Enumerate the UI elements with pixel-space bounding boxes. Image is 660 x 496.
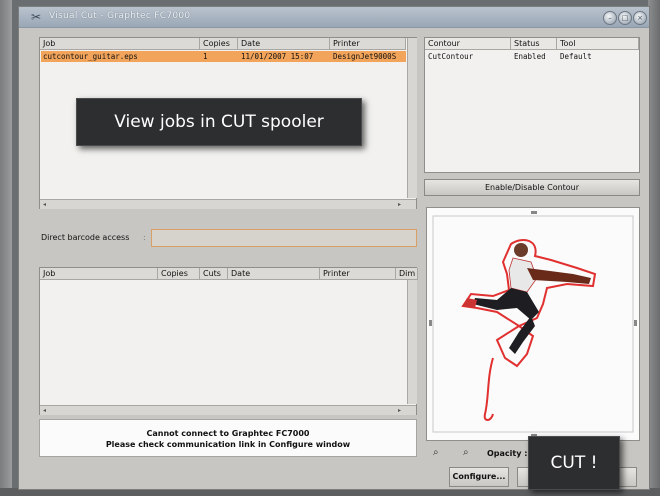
configure-button[interactable]: Configure...: [449, 467, 509, 487]
job-name-cell: cutcontour_guitar.eps: [43, 52, 138, 61]
contour-name-cell: CutContour: [428, 52, 474, 61]
job-printer-cell: DesignJet9000S: [333, 52, 397, 61]
close-icon[interactable]: ×: [633, 11, 647, 25]
jobs-col-job[interactable]: Job: [40, 38, 200, 50]
window-title: Visual Cut - Graphtec FC7000: [49, 11, 191, 21]
cut-queue-table[interactable]: Job Copies Cuts Date Printer Dim ◂ ▸: [39, 267, 418, 415]
title-bar[interactable]: ✂ Visual Cut - Graphtec FC7000 – □ ×: [19, 7, 649, 28]
contour-col-status[interactable]: Status: [511, 38, 557, 50]
scroll-right-icon[interactable]: ▸: [395, 200, 404, 209]
jobs-hscroll[interactable]: ◂ ▸: [40, 199, 416, 209]
contour-table[interactable]: Contour Status Tool CutContour Enabled D…: [424, 37, 640, 173]
jobs-col-copies[interactable]: Copies: [200, 38, 238, 50]
minimize-icon[interactable]: –: [603, 11, 617, 25]
cut-col-printer[interactable]: Printer: [320, 268, 396, 280]
scroll-left-icon[interactable]: ◂: [40, 406, 49, 415]
jobs-col-date[interactable]: Date: [238, 38, 330, 50]
contour-col-contour[interactable]: Contour: [425, 38, 511, 50]
zoom-in-icon[interactable]: ⌕: [433, 447, 439, 458]
job-date-cell: 11/01/2007 15:07: [241, 52, 314, 61]
opacity-label: Opacity :: [487, 449, 528, 458]
preview-panel: [426, 207, 640, 441]
cut-callout: CUT !: [528, 436, 620, 490]
enable-disable-contour-button[interactable]: Enable/Disable Contour: [424, 179, 640, 196]
status-message-box: Cannot connect to Graphtec FC7000 Please…: [39, 419, 417, 457]
scroll-right-icon[interactable]: ▸: [395, 406, 404, 415]
visual-cut-window: ✂ Visual Cut - Graphtec FC7000 – □ × Job…: [18, 6, 650, 490]
contour-status-cell: Enabled: [514, 52, 546, 61]
barcode-label: Direct barcode access: [41, 233, 130, 242]
cut-col-cuts[interactable]: Cuts: [200, 268, 228, 280]
job-copies-cell: 1: [203, 52, 208, 61]
barcode-separator: :: [143, 233, 146, 242]
maximize-icon[interactable]: □: [618, 11, 632, 25]
desktop-edge-left: [0, 0, 12, 496]
cut-hscroll[interactable]: ◂ ▸: [40, 405, 416, 415]
zoom-out-icon[interactable]: ⌕: [463, 447, 469, 458]
scroll-left-icon[interactable]: ◂: [40, 200, 49, 209]
cut-col-dim[interactable]: Dim: [396, 268, 418, 280]
cut-vscroll[interactable]: [407, 280, 417, 404]
barcode-input[interactable]: [151, 229, 417, 247]
jobs-col-printer[interactable]: Printer: [330, 38, 406, 50]
status-line-2: Please check communication link in Confi…: [105, 440, 351, 449]
cut-col-copies[interactable]: Copies: [158, 268, 200, 280]
status-line-1: Cannot connect to Graphtec FC7000: [146, 429, 310, 438]
cut-col-job[interactable]: Job: [40, 268, 158, 280]
app-logo-icon: ✂: [30, 10, 42, 24]
contour-col-tool[interactable]: Tool: [557, 38, 639, 50]
cut-col-date[interactable]: Date: [228, 268, 320, 280]
spooler-callout: View jobs in CUT spooler: [76, 98, 362, 146]
jobs-vscroll[interactable]: [407, 38, 417, 198]
contour-tool-cell: Default: [560, 52, 592, 61]
guitarist-preview-image: [429, 211, 637, 437]
